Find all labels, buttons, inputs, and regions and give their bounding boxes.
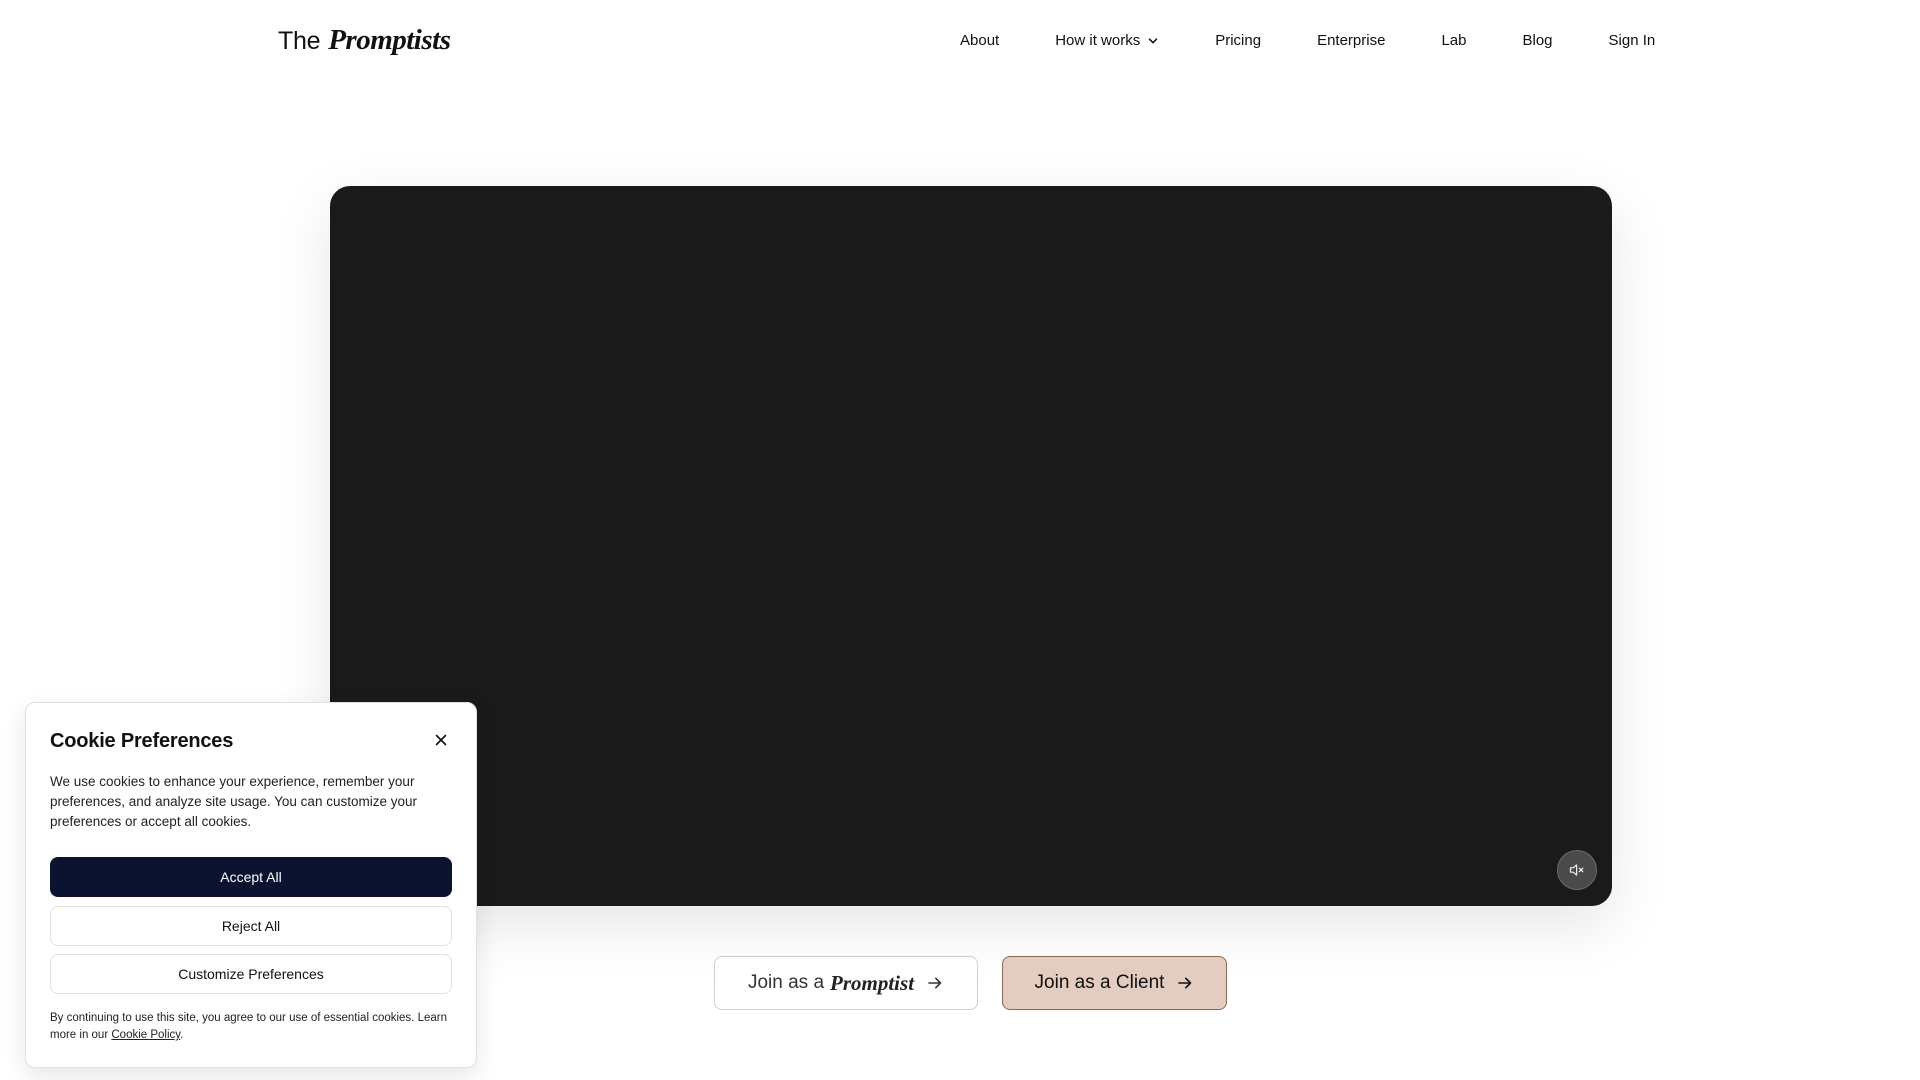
arrow-right-icon	[928, 977, 942, 989]
logo[interactable]: The Promptists	[278, 24, 451, 57]
cookie-footer: By continuing to use this site, you agre…	[50, 1010, 460, 1044]
nav-how-it-works-label: How it works	[1055, 32, 1141, 49]
cookie-preferences-dialog: Cookie Preferences We use cookies to enh…	[25, 702, 477, 1068]
cookie-title: Cookie Preferences	[50, 730, 234, 752]
logo-name: Promptists	[328, 24, 451, 56]
customize-preferences-button[interactable]: Customize Preferences	[50, 954, 452, 994]
cta-row: Join as a Promptist Join as a Client	[714, 956, 1227, 1010]
cookie-footer-end: .	[180, 1029, 184, 1041]
join-promptist-brand: Promptist	[830, 970, 915, 995]
cookie-footer-text: By continuing to use this site, you agre…	[50, 1012, 447, 1041]
close-icon[interactable]	[432, 731, 450, 749]
nav-lab[interactable]: Lab	[1441, 32, 1466, 49]
mute-button[interactable]	[1557, 850, 1597, 890]
nav-blog[interactable]: Blog	[1522, 32, 1552, 49]
reject-all-button[interactable]: Reject All	[50, 906, 452, 946]
hero-video[interactable]	[330, 186, 1612, 906]
join-client-button[interactable]: Join as a Client	[1002, 956, 1227, 1010]
nav-sign-in[interactable]: Sign In	[1609, 32, 1656, 49]
nav-pricing[interactable]: Pricing	[1215, 32, 1261, 49]
nav-how-it-works[interactable]: How it works	[1055, 32, 1159, 49]
cookie-policy-link[interactable]: Cookie Policy	[111, 1029, 180, 1041]
site-header: The Promptists About How it works Pricin…	[0, 0, 1920, 84]
arrow-right-icon	[1178, 977, 1192, 989]
speaker-muted-icon	[1569, 864, 1584, 876]
join-promptist-button[interactable]: Join as a Promptist	[714, 956, 978, 1010]
accept-all-button[interactable]: Accept All	[50, 857, 452, 897]
cookie-description: We use cookies to enhance your experienc…	[50, 774, 417, 829]
logo-the: The	[278, 27, 321, 55]
join-client-label: Join as a Client	[1034, 972, 1165, 993]
join-promptist-prefix: Join as a	[747, 972, 825, 993]
nav-about[interactable]: About	[960, 32, 999, 49]
main-nav: About How it works Pricing Enterprise La…	[960, 32, 1655, 49]
chevron-down-icon	[1148, 37, 1158, 43]
nav-enterprise[interactable]: Enterprise	[1317, 32, 1385, 49]
